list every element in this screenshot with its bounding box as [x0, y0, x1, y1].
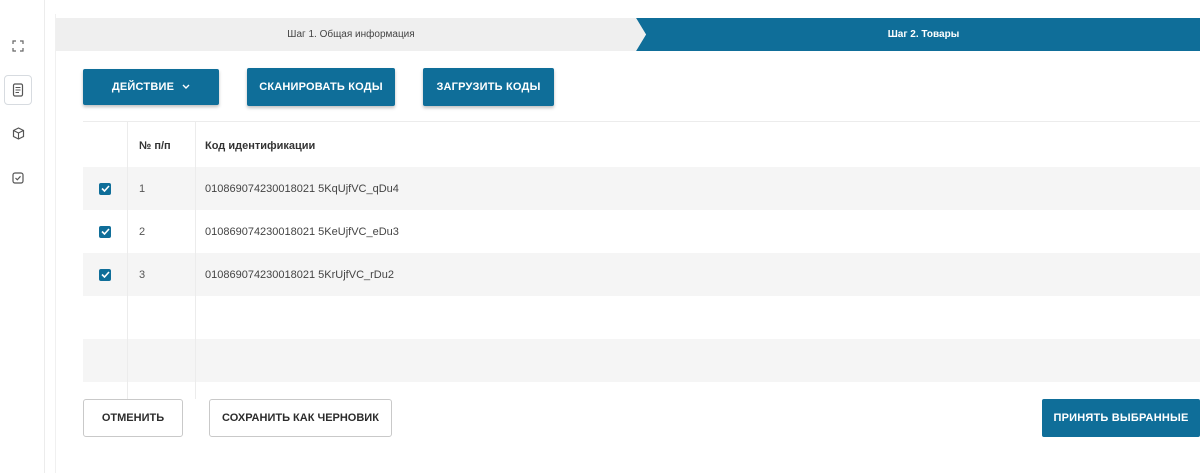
row-code: 010869074230018021 5KrUjfVC_rDu2: [205, 268, 394, 281]
step-goods[interactable]: Шаг 2. Товары: [646, 18, 1200, 51]
header-code[interactable]: Код идентификации: [195, 124, 1195, 167]
chevron-down-icon: [182, 81, 190, 93]
row-num: 1: [139, 182, 146, 195]
row-num: 2: [139, 225, 146, 238]
step-arrow: [636, 18, 658, 51]
save-draft-button[interactable]: СОХРАНИТЬ КАК ЧЕРНОВИК: [209, 399, 392, 437]
check-icon: [100, 271, 110, 278]
column-divider: [195, 121, 196, 399]
scan-codes-button[interactable]: СКАНИРОВАТЬ КОДЫ: [247, 68, 395, 106]
column-divider: [127, 121, 128, 399]
empty-table-row: [83, 296, 1200, 339]
checklist-icon[interactable]: [6, 166, 30, 190]
table-row[interactable]: 3 010869074230018021 5KrUjfVC_rDu2: [83, 253, 1200, 296]
row-checkbox-cell: [83, 210, 127, 253]
scan-button-label: СКАНИРОВАТЬ КОДЫ: [259, 81, 383, 93]
step-general-info[interactable]: Шаг 1. Общая информация: [56, 18, 646, 51]
row-num: 3: [139, 268, 146, 281]
save-draft-button-label: СОХРАНИТЬ КАК ЧЕРНОВИК: [222, 412, 379, 424]
step-2-label: Шаг 2. Товары: [887, 29, 960, 40]
expand-icon[interactable]: [6, 34, 30, 58]
codes-table: № п/п Код идентификации 1 01086907423001…: [83, 121, 1200, 399]
check-icon: [100, 185, 110, 192]
row-checkbox[interactable]: [99, 268, 111, 281]
table-row[interactable]: 1 010869074230018021 5KqUjfVC_qDu4: [83, 167, 1200, 210]
action-dropdown-button[interactable]: ДЕЙСТВИЕ: [83, 69, 219, 105]
cancel-button[interactable]: ОТМЕНИТЬ: [83, 399, 183, 437]
document-icon[interactable]: [4, 75, 32, 105]
table-top-border: [83, 121, 1200, 122]
side-rail: [0, 0, 36, 473]
row-code: 010869074230018021 5KeUjfVC_eDu3: [205, 225, 399, 238]
accept-selected-button[interactable]: ПРИНЯТЬ ВЫБРАННЫЕ: [1042, 399, 1200, 437]
upload-codes-button[interactable]: ЗАГРУЗИТЬ КОДЫ: [423, 68, 554, 106]
row-checkbox[interactable]: [99, 182, 111, 195]
table-header-row: № п/п Код идентификации: [83, 124, 1200, 167]
rail-divider: [44, 0, 45, 473]
row-code: 010869074230018021 5KqUjfVC_qDu4: [205, 182, 399, 195]
check-icon: [100, 228, 110, 235]
stepper: Шаг 1. Общая информация Шаг 2. Товары: [56, 18, 1200, 51]
step-1-label: Шаг 1. Общая информация: [287, 29, 415, 40]
table-row[interactable]: 2 010869074230018021 5KeUjfVC_eDu3: [83, 210, 1200, 253]
header-num[interactable]: № п/п: [127, 124, 195, 167]
main-panel: Шаг 1. Общая информация Шаг 2. Товары ДЕ…: [55, 14, 1200, 473]
row-checkbox-cell: [83, 167, 127, 210]
upload-button-label: ЗАГРУЗИТЬ КОДЫ: [436, 81, 541, 93]
row-checkbox[interactable]: [99, 225, 111, 238]
empty-table-row: [83, 339, 1200, 382]
cancel-button-label: ОТМЕНИТЬ: [101, 412, 165, 424]
action-button-label: ДЕЙСТВИЕ: [111, 81, 175, 93]
row-checkbox-cell: [83, 253, 127, 296]
box-icon[interactable]: [6, 121, 30, 145]
accept-button-label: ПРИНЯТЬ ВЫБРАННЫЕ: [1053, 412, 1189, 424]
